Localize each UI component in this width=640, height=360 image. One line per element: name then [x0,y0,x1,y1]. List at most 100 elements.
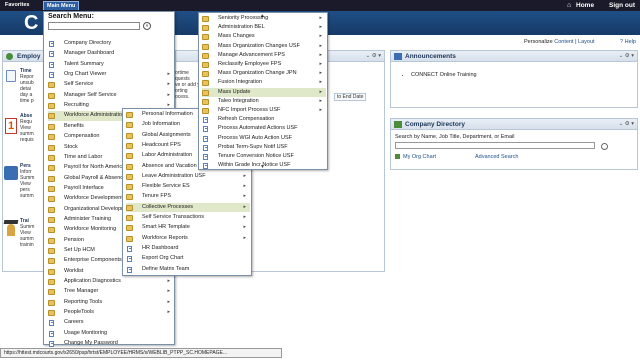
menu-item[interactable]: Org Chart Viewer ▸ [48,70,174,80]
menu-item[interactable]: Reclassify Employee FPS ▸ [202,60,326,70]
page-icon [203,117,208,124]
pagelet-controls[interactable]: ⌄ ⚙ ▾ [366,51,381,62]
favorites-menu[interactable]: Favorites [2,1,32,10]
announcements-title: Announcements [405,53,456,60]
menu-item[interactable]: Tenure Conversion Notice USF [202,152,326,162]
menu-item-label: Manager Self Service [64,91,117,98]
menu-item[interactable]: Taleo Integration ▸ [202,97,326,107]
announcements-controls[interactable]: ⌄ ⚙ ▾ [619,51,634,62]
menu-item-label: Personal Information [142,111,193,117]
main-menu[interactable]: Main Menu [43,1,80,10]
personalize-layout-link[interactable]: Layout [578,39,595,45]
chevron-right-icon: ▸ [319,97,322,104]
help-link[interactable]: ? Help [620,39,636,45]
menu-item[interactable]: Mass Organization Change JPN ▸ [202,69,326,79]
training-icon[interactable] [3,220,19,238]
page-icon [127,245,132,252]
folder-icon [126,153,133,160]
folder-icon [48,154,55,161]
page-icon [203,135,208,142]
menu-item[interactable]: Process WGI Auto Action USF [202,134,326,144]
directory-links: My Org Chart Advanced Search [391,154,637,164]
personalize-content-link[interactable]: Content [554,39,573,45]
menu-item[interactable]: Tree Manager ▸ [48,287,174,297]
chevron-right-icon: ▸ [319,24,322,31]
menu-item[interactable]: Company Directory [48,39,174,49]
directory-controls[interactable]: ⌄ ⚙ ▾ [619,119,634,130]
search-menu-input[interactable] [48,22,140,30]
menu-item[interactable]: Application Diagnostics ▸ [48,277,174,287]
menu-item[interactable]: HR Dashboard [126,244,250,254]
sign-out-link[interactable]: Sign out [609,2,635,9]
org-chart-icon [395,154,400,159]
folder-icon [48,165,55,172]
menu-item[interactable]: Refresh Compensation [202,115,326,125]
menu-item[interactable]: Fusion Integration ▸ [202,78,326,88]
search-go-icon[interactable]: » [143,22,151,30]
folder-icon [126,235,133,242]
menu-item[interactable]: Mass Changes ▸ [202,32,326,42]
menu-item-label: Enterprise Components [64,257,122,264]
folder-icon [48,258,55,265]
advanced-search-link[interactable]: Advanced Search [475,154,518,160]
chevron-right-icon: ▸ [319,61,322,67]
directory-search-row [391,142,637,151]
folder-icon [202,89,209,96]
menu-item-label: Recruiting [64,102,89,109]
menu-item[interactable]: Collective Processes ▸ [126,202,250,213]
menu-item-label: Manager Dashboard [64,50,115,57]
menu-item[interactable]: Leave Administration USF ▸ [126,172,250,182]
menu-item-label: Careers [64,319,84,326]
menu-item[interactable]: Tenure FPS ▸ [126,192,250,202]
menu-item[interactable]: Manager Self Service ▸ [48,91,174,101]
company-directory-pagelet: Company Directory ⌄ ⚙ ▾ Search by Name, … [390,118,638,170]
grad-cap-shape [3,220,19,224]
menu-item[interactable]: Administration BEL ▸ [202,23,326,33]
scroll-down-icon[interactable]: ▼ [260,164,265,170]
menu-item[interactable]: Careers [48,318,174,328]
directory-search-input[interactable] [395,142,595,149]
my-org-chart-link[interactable]: My Org Chart [403,154,436,160]
personalize-bar: Personalize Content | Layout [524,39,595,45]
menu-item-label: Absence and Vacation [142,162,197,169]
folder-icon [48,82,55,89]
menu-item[interactable]: Self Service ▸ [48,80,174,90]
personal-info-icon[interactable] [4,166,18,180]
menu-item[interactable]: Probat Term-Supv Notif USF [202,143,326,153]
menu-item-label: Within Grade Incr Notice USF [218,162,291,169]
folder-icon [48,185,55,192]
folder-icon [48,216,55,223]
menu-item[interactable]: Reporting Tools ▸ [48,298,174,308]
announcement-item[interactable]: CONNECT Online Training [411,72,637,78]
menu-item[interactable]: Self Service Transactions ▸ [126,213,250,223]
chevron-right-icon: ▸ [167,81,170,88]
menu-item[interactable]: Manager Dashboard [48,49,174,59]
menu-item[interactable]: Process Automated Actions USF [202,124,326,134]
menu-item[interactable]: NFC Import Process USF ▸ [202,106,326,116]
menu-item[interactable]: Export Org Chart [126,254,250,264]
folder-icon [126,204,133,211]
folder-icon [126,122,133,129]
menu-item[interactable]: Seniority Processing ▸ [202,14,326,24]
home-link[interactable]: Home [576,2,594,9]
menu-item[interactable]: Talent Summary [48,60,174,70]
menu-item[interactable]: Smart HR Template ▸ [126,223,250,233]
menu-item[interactable]: Workforce Reports ▸ [126,234,250,244]
page-icon [203,144,208,151]
menu-item[interactable]: Flexible Service ES ▸ [126,182,250,192]
menu-item[interactable]: Usage Monitoring [48,329,174,339]
menu-item-label: Administer Training [64,215,112,222]
menu-item-label: Company Directory [64,40,112,46]
announcement-icon [394,53,402,60]
home-icon[interactable]: ⌂ [567,2,571,9]
calendar-icon[interactable]: 1 [5,118,17,134]
time-icon[interactable] [6,70,16,82]
directory-go-icon[interactable] [600,143,608,150]
menu-item[interactable]: Mass Organization Changes USF ▸ [202,42,326,52]
menu-item[interactable]: Manage Advancement FPS ▸ [202,51,326,61]
menu-item[interactable]: Mass Update ▸ [202,87,326,98]
menu-item[interactable]: Define Matrix Team [126,265,250,275]
chevron-right-icon: ▸ [319,51,322,58]
menu-item-label: Time and Labor [64,153,103,160]
menu-item[interactable]: PeopleTools ▸ [48,308,174,318]
